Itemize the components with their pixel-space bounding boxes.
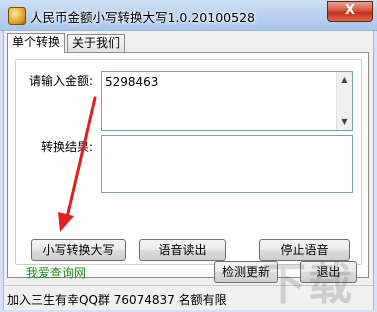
tab-single-convert[interactable]: 单个转换 bbox=[7, 33, 66, 53]
red-arrow-icon bbox=[58, 96, 97, 232]
